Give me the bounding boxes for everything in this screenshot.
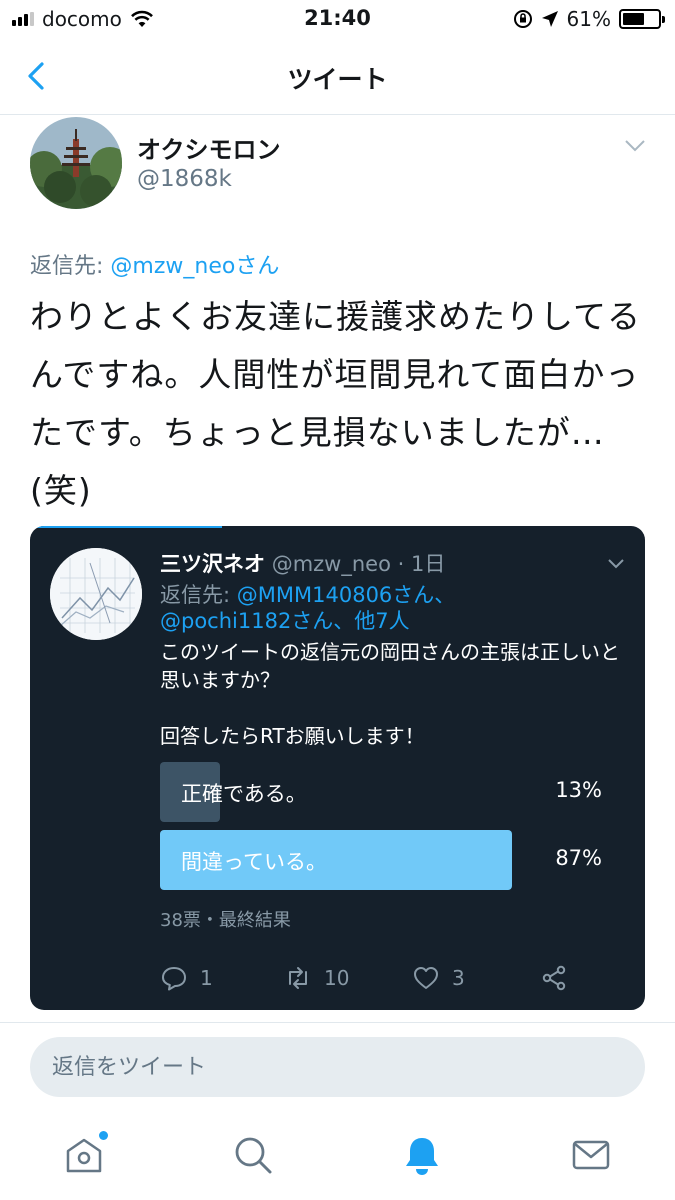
poll-result: 38票・最終結果: [160, 910, 291, 931]
reply-prefix: 返信先:: [30, 254, 111, 279]
reply-to-link[interactable]: @mzw_neoさん: [110, 254, 279, 279]
retweet-count: 10: [324, 966, 350, 990]
reply-icon: [162, 967, 186, 991]
quoted-reply-context: 返信先: @MMM140806さん、@pochi1182さん、他7人: [160, 582, 500, 634]
tab-bar: [0, 1115, 675, 1200]
page-title: ツイート: [287, 65, 388, 94]
author-display-name[interactable]: オクシモロン: [137, 130, 281, 165]
poll-option: 間違っている。 87%: [160, 830, 602, 890]
quoted-text-line: 回答したらRTお願いします！: [160, 724, 425, 748]
like-count: 3: [452, 966, 465, 990]
poll-option-label: 正確である。: [181, 782, 307, 806]
nav-bar: ツイート: [0, 40, 675, 115]
quoted-reply-prefix: 返信先:: [160, 583, 237, 607]
quoted-text-line: このツイートの返信元の岡田さんの主張は正しいと思いますか？: [160, 640, 620, 692]
share-icon: [542, 965, 566, 991]
reply-input[interactable]: [30, 1037, 645, 1097]
author-handle[interactable]: @1868k: [137, 166, 232, 192]
author-avatar[interactable]: [30, 117, 122, 209]
like-button[interactable]: 3: [412, 964, 465, 992]
home-icon: [66, 1138, 102, 1173]
location-icon: [541, 11, 558, 27]
orientation-lock-icon: [513, 10, 532, 28]
reply-button[interactable]: 1: [160, 964, 213, 992]
tweet-text: わりとよくお友達に援護求めたりしてるんですね。人間性が垣間見れて面白かったです。…: [30, 297, 642, 510]
status-bar: docomo 21:40 61%: [0, 0, 675, 40]
tab-messages[interactable]: [569, 1133, 613, 1177]
quoted-text: このツイートの返信元の岡田さんの主張は正しいと思いますか？ 回答したらRTお願い…: [160, 638, 620, 750]
quote-progress-line: [30, 526, 222, 528]
reply-context: 返信先: @mzw_neoさん: [30, 248, 279, 280]
tab-home[interactable]: [62, 1131, 108, 1177]
quoted-time: 1日: [410, 552, 446, 576]
messages-icon: [572, 1140, 610, 1170]
search-icon: [235, 1137, 272, 1174]
poll-option: 正確である。 13%: [160, 762, 602, 822]
divider: [0, 1022, 675, 1023]
poll-option-percent: 13%: [555, 778, 602, 802]
heart-icon: [414, 967, 438, 989]
battery-icon: [619, 9, 665, 29]
retweet-icon: [289, 967, 307, 989]
tab-notifications[interactable]: [400, 1133, 444, 1177]
quoted-display-name[interactable]: 三ツ沢ネオ: [160, 552, 265, 576]
poll-option-percent: 87%: [555, 846, 602, 870]
notifications-icon: [406, 1138, 438, 1175]
chevron-down-icon[interactable]: [607, 558, 625, 570]
new-content-dot: [99, 1131, 108, 1140]
reply-count: 1: [200, 966, 213, 990]
quoted-header: 三ツ沢ネオ @mzw_neo · 1日: [160, 548, 445, 578]
quoted-separator: ·: [390, 552, 411, 576]
battery-percent: 61%: [566, 7, 611, 31]
share-button[interactable]: [540, 964, 568, 992]
quoted-author-avatar[interactable]: [50, 548, 142, 640]
tab-search[interactable]: [231, 1133, 275, 1177]
retweet-button[interactable]: 10: [284, 964, 349, 992]
quoted-tweet[interactable]: 三ツ沢ネオ @mzw_neo · 1日 返信先: @MMM140806さん、@p…: [30, 526, 645, 1010]
poll-option-label: 間違っている。: [181, 850, 327, 874]
quoted-action-bar: 1 10 3: [160, 964, 600, 998]
chevron-down-icon[interactable]: [623, 138, 647, 154]
quoted-handle[interactable]: @mzw_neo: [272, 552, 391, 576]
